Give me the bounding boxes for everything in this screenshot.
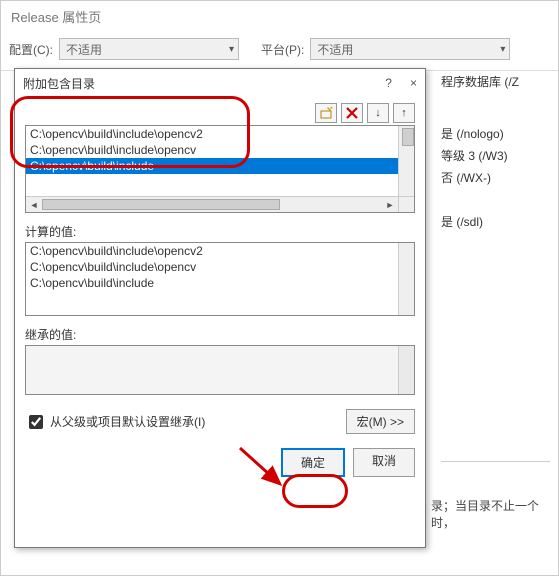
chevron-down-icon: ▾ bbox=[500, 44, 505, 55]
prop-row: 程序数据库 (/Z bbox=[441, 71, 559, 93]
include-dirs-dialog: 附加包含目录 ? × ↓ ↑ C:\opencv\build\include\o… bbox=[14, 68, 426, 548]
prop-row: 是 (/nologo) bbox=[441, 123, 559, 145]
inherited-values-box bbox=[25, 345, 415, 395]
cancel-button[interactable]: 取消 bbox=[353, 448, 415, 477]
inherit-checkbox[interactable]: 从父级或项目默认设置继承(I) bbox=[25, 412, 205, 432]
platform-combo[interactable]: 不适用 ▾ bbox=[310, 38, 510, 60]
chevron-down-icon: ▾ bbox=[229, 44, 234, 55]
prop-row: 是 (/sdl) bbox=[441, 211, 559, 233]
calc-item: C:\opencv\build\include\opencv2 bbox=[26, 243, 398, 259]
horizontal-scrollbar[interactable]: ◄ ► bbox=[26, 196, 398, 212]
calculated-label: 计算的值: bbox=[25, 223, 415, 240]
property-rows: 程序数据库 (/Z 是 (/nologo) 等级 3 (/W3) 否 (/WX-… bbox=[441, 71, 559, 233]
config-value: 不适用 bbox=[66, 41, 102, 58]
move-down-button[interactable]: ↓ bbox=[367, 103, 389, 123]
dialog-title: 附加包含目录 bbox=[23, 75, 95, 92]
config-combo[interactable]: 不适用 ▾ bbox=[59, 38, 239, 60]
add-entry-button[interactable] bbox=[315, 103, 337, 123]
calc-item: C:\opencv\build\include\opencv bbox=[26, 259, 398, 275]
macros-button[interactable]: 宏(M) >> bbox=[346, 409, 415, 434]
inherit-checkbox-input[interactable] bbox=[29, 415, 43, 429]
footer-desc: 录；当目录不止一个时， bbox=[431, 497, 558, 531]
calculated-values-box: C:\opencv\build\include\opencv2 C:\openc… bbox=[25, 242, 415, 316]
window-title: Release 属性页 bbox=[1, 1, 558, 32]
divider bbox=[441, 461, 550, 462]
delete-entry-button[interactable] bbox=[341, 103, 363, 123]
list-item[interactable]: C:\opencv\build\include\opencv bbox=[26, 142, 398, 158]
platform-value: 不适用 bbox=[317, 41, 353, 58]
close-icon[interactable]: × bbox=[410, 76, 417, 90]
list-item[interactable]: C:\opencv\build\include bbox=[26, 158, 398, 174]
vertical-scrollbar[interactable] bbox=[398, 346, 414, 394]
inherited-label: 继承的值: bbox=[25, 326, 415, 343]
scroll-thumb[interactable] bbox=[42, 199, 280, 210]
vertical-scrollbar[interactable] bbox=[398, 243, 414, 315]
list-item[interactable]: C:\opencv\build\include\opencv2 bbox=[26, 126, 398, 142]
list-toolbar: ↓ ↑ bbox=[25, 103, 415, 123]
scroll-left-icon[interactable]: ◄ bbox=[26, 197, 42, 212]
dialog-titlebar: 附加包含目录 ? × bbox=[15, 69, 425, 97]
move-up-button[interactable]: ↑ bbox=[393, 103, 415, 123]
scroll-right-icon[interactable]: ► bbox=[382, 197, 398, 212]
inherit-checkbox-label: 从父级或项目默认设置继承(I) bbox=[50, 413, 205, 430]
vertical-scrollbar[interactable] bbox=[398, 126, 414, 196]
include-dir-listbox[interactable]: C:\opencv\build\include\opencv2 C:\openc… bbox=[25, 125, 415, 213]
config-label: 配置(C): bbox=[9, 41, 53, 58]
config-toolbar: 配置(C): 不适用 ▾ 平台(P): 不适用 ▾ bbox=[1, 32, 558, 71]
ok-button[interactable]: 确定 bbox=[281, 448, 345, 477]
scroll-corner bbox=[398, 196, 414, 212]
calc-item: C:\opencv\build\include bbox=[26, 275, 398, 291]
prop-row: 否 (/WX-) bbox=[441, 167, 559, 189]
help-icon[interactable]: ? bbox=[385, 76, 392, 90]
platform-label: 平台(P): bbox=[261, 41, 304, 58]
prop-row: 等级 3 (/W3) bbox=[441, 145, 559, 167]
